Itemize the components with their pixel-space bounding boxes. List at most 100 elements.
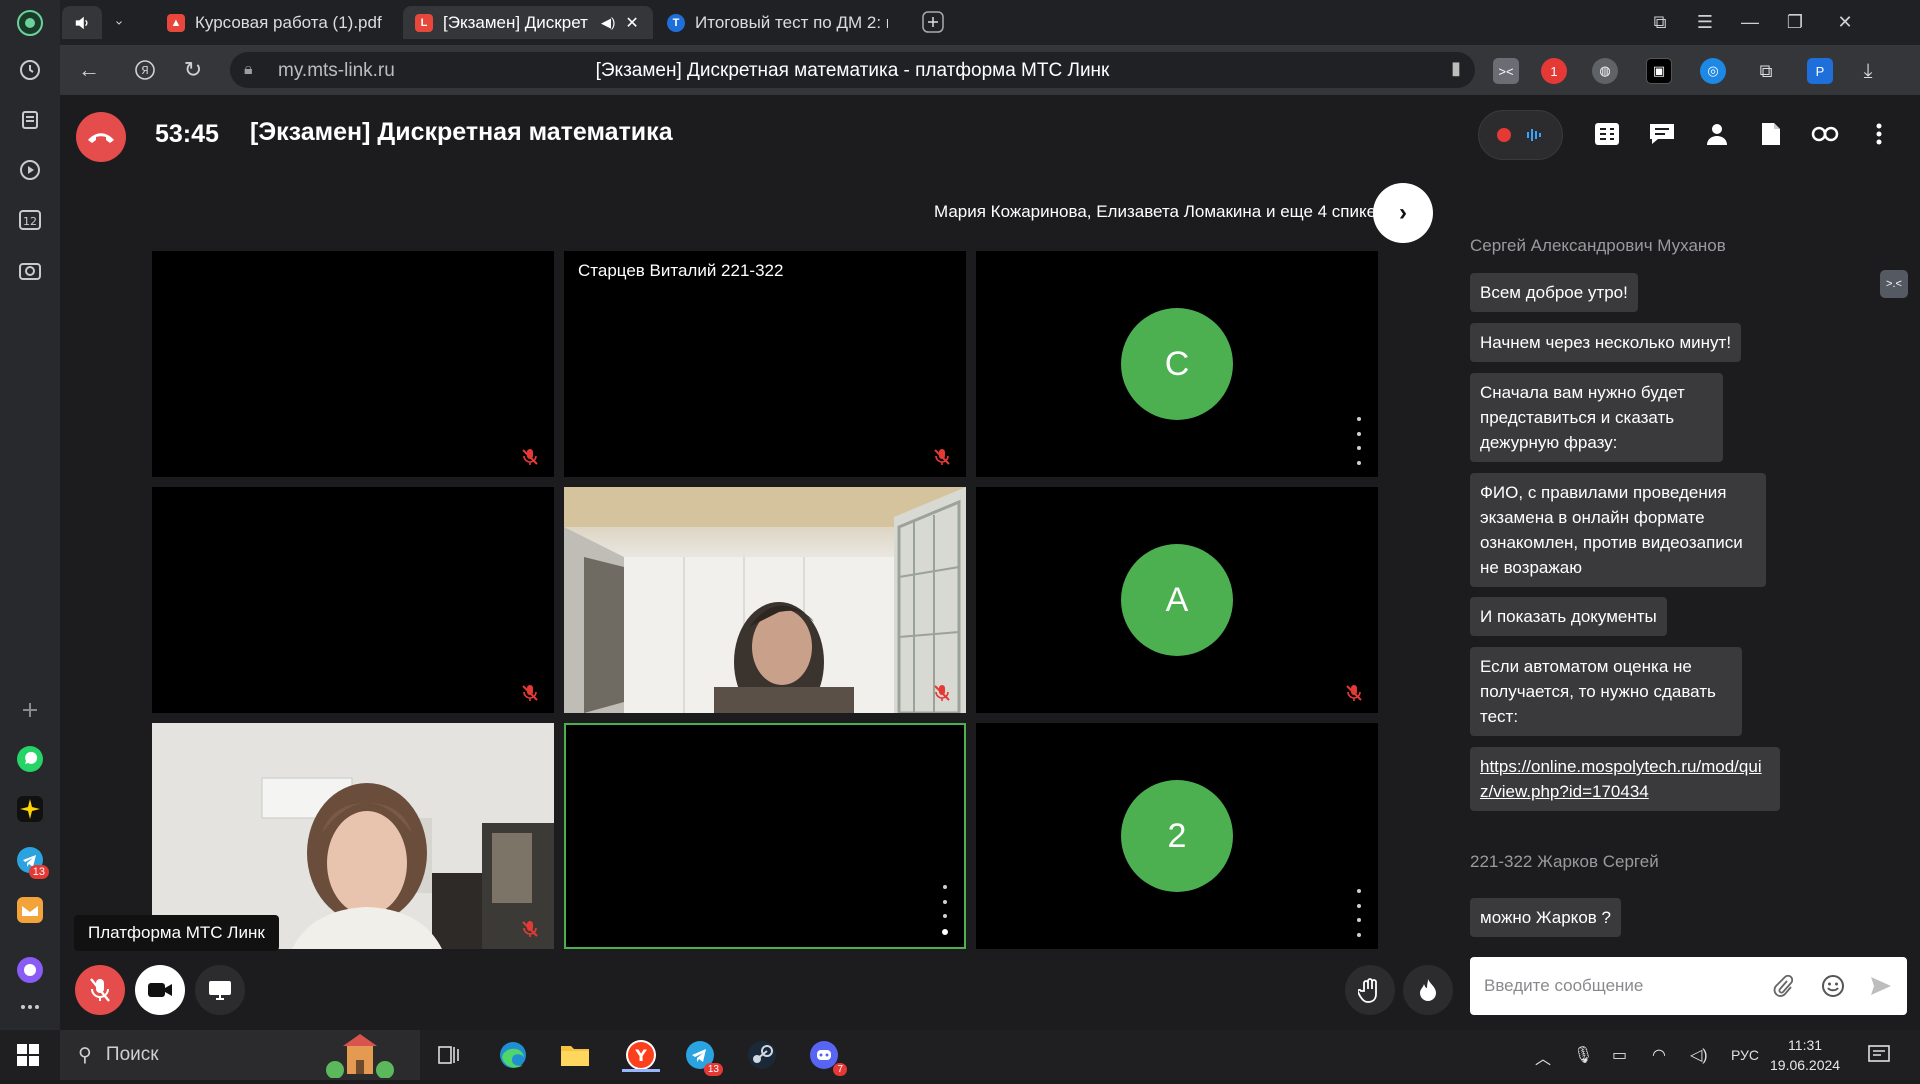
tab-exam[interactable]: L [Экзамен] Дискрет ◀) ✕ [403, 6, 653, 39]
volume-icon[interactable]: ◁) [1690, 1045, 1708, 1065]
sidepanel-icon[interactable]: ⧉ [1753, 58, 1779, 84]
tooltip: Платформа МТС Линк [74, 915, 279, 951]
telegram-taskbar-icon[interactable]: 13 [683, 1038, 723, 1076]
end-call-button[interactable] [76, 112, 126, 162]
yandex-browser-app[interactable]: Y [620, 1038, 662, 1072]
telegram-icon[interactable]: 13 [15, 845, 49, 879]
video-tile[interactable]: А [976, 487, 1378, 713]
more-icon[interactable] [15, 992, 45, 1022]
tile-menu-icon[interactable] [1356, 417, 1362, 465]
taskbar-search[interactable]: ⚲ Поиск [60, 1030, 420, 1080]
speaker-icon[interactable]: ◀) [601, 15, 615, 31]
system-clock[interactable]: 11:31 19.06.2024 [1770, 1035, 1840, 1075]
bookmark-icon[interactable]: ▮ [1451, 58, 1461, 79]
adblock-icon[interactable]: 1 [1541, 58, 1567, 84]
collections-icon[interactable] [15, 105, 45, 135]
search-icon: ⚲ [78, 1044, 92, 1066]
play-icon[interactable] [15, 155, 45, 185]
minimize-icon[interactable]: — [1735, 8, 1765, 36]
battery-icon[interactable]: ▭ [1612, 1045, 1627, 1065]
user-icon[interactable] [1700, 117, 1734, 151]
mail-icon[interactable] [15, 895, 45, 925]
video-tile[interactable]: Старцев Виталий 221-322 [564, 251, 966, 477]
tab-coursework-pdf[interactable]: ▲ Курсовая работа (1).pdf [155, 6, 405, 39]
tab-manager-icon[interactable]: ⧉ [1645, 8, 1675, 36]
tray-chevron-icon[interactable]: ︿ [1535, 1045, 1551, 1069]
download-ext-icon[interactable]: P [1807, 58, 1833, 84]
extension-floating-icon[interactable]: >.< [1880, 270, 1908, 298]
tab-title: Итоговый тест по ДМ 2: п [695, 12, 888, 32]
close-tab-icon[interactable]: ✕ [625, 13, 638, 33]
discord-icon[interactable]: 7 [807, 1038, 847, 1076]
chat-icon[interactable] [1645, 117, 1679, 151]
translate-extension-icon[interactable]: ◎ [1700, 58, 1726, 84]
camera-button[interactable] [135, 965, 185, 1015]
chat-author: Сергей Александрович Муханов [1470, 236, 1726, 255]
chat-message-input[interactable] [1484, 971, 1764, 1001]
participants-list-icon[interactable] [1590, 117, 1624, 151]
maximize-icon[interactable]: ❐ [1780, 8, 1810, 36]
url-field[interactable]: 🔒︎ my.mts-link.ru [Экзамен] Дискретная м… [230, 52, 1475, 88]
next-page-button[interactable]: › [1373, 183, 1433, 243]
wifi-icon[interactable]: ◠ [1652, 1045, 1666, 1065]
chat-link[interactable]: https://online.mospolytech.ru/mod/quiz/v… [1470, 747, 1780, 811]
mic-off-icon [522, 449, 538, 465]
raise-hand-button[interactable] [1345, 965, 1395, 1015]
chat-message: И показать документы [1470, 597, 1667, 636]
downloads-icon[interactable]: ⤓ [1855, 58, 1881, 84]
recording-control[interactable] [1478, 110, 1563, 160]
edge-icon[interactable] [496, 1038, 530, 1072]
video-tile[interactable] [152, 251, 554, 477]
file-explorer-icon[interactable] [558, 1038, 592, 1072]
steam-icon[interactable] [745, 1038, 779, 1072]
active-speakers-text: Мария Кожаринова, Елизавета Ломакина и е… [934, 202, 1395, 221]
mic-off-icon [1346, 685, 1362, 701]
tile-menu-icon[interactable] [1356, 889, 1362, 937]
reactions-button[interactable] [1403, 965, 1453, 1015]
link-icon[interactable] [1808, 117, 1842, 151]
yandex-icon[interactable]: Я [130, 55, 160, 85]
video-tile[interactable] [152, 487, 554, 713]
mute-mic-button[interactable] [75, 965, 125, 1015]
windows-start-icon[interactable] [17, 1044, 39, 1071]
profile-icon[interactable] [15, 8, 45, 38]
microphone-tray-icon[interactable]: 🎙︎ [1573, 1045, 1593, 1065]
menu-icon[interactable]: ☰ [1690, 8, 1720, 36]
sparkle-app-icon[interactable] [15, 794, 45, 824]
vpn-globe-icon[interactable]: ◍ [1592, 58, 1618, 84]
close-window-icon[interactable]: ✕ [1830, 8, 1860, 36]
back-icon[interactable]: ← [74, 55, 104, 85]
attach-icon[interactable] [1769, 972, 1797, 1000]
tab-final-test[interactable]: T Итоговый тест по ДМ 2: п [655, 6, 900, 39]
more-options-icon[interactable] [1862, 117, 1896, 151]
screen-share-button[interactable] [195, 965, 245, 1015]
notifications-icon[interactable] [1868, 1045, 1890, 1070]
whatsapp-icon[interactable] [15, 744, 45, 774]
history-icon[interactable] [15, 55, 45, 85]
calendar-icon[interactable]: 12 [15, 205, 45, 235]
mic-off-icon [522, 685, 538, 701]
page-title-in-url: [Экзамен] Дискретная математика - платфо… [595, 60, 1110, 81]
add-icon[interactable] [15, 695, 45, 725]
participant-name: Старцев Виталий 221-322 [578, 261, 784, 280]
reload-icon[interactable]: ↻ [178, 55, 208, 85]
browser-sidebar: 12 13 [0, 0, 60, 1030]
sound-toggle[interactable] [62, 6, 102, 39]
mask-extension-icon[interactable]: ▣ [1646, 58, 1672, 84]
video-tile[interactable]: 2 [976, 723, 1378, 949]
document-icon[interactable] [1754, 117, 1788, 151]
emoji-icon[interactable] [1819, 972, 1847, 1000]
tabs-dropdown[interactable] [104, 6, 134, 39]
video-tile[interactable] [564, 487, 966, 713]
screenshot-icon[interactable] [15, 255, 45, 285]
tile-menu-icon[interactable] [942, 885, 948, 935]
send-icon[interactable] [1867, 972, 1895, 1000]
task-view-icon[interactable] [432, 1038, 466, 1072]
extension-icon[interactable]: >< [1493, 58, 1519, 84]
chat-panel: Сергей Александрович Муханов Всем доброе… [1470, 235, 1920, 885]
new-tab-icon[interactable] [918, 8, 948, 36]
video-tile[interactable]: С [976, 251, 1378, 477]
alice-icon[interactable] [15, 955, 45, 985]
language-indicator[interactable]: РУС [1731, 1047, 1759, 1063]
video-tile-active-speaker[interactable] [564, 723, 966, 949]
